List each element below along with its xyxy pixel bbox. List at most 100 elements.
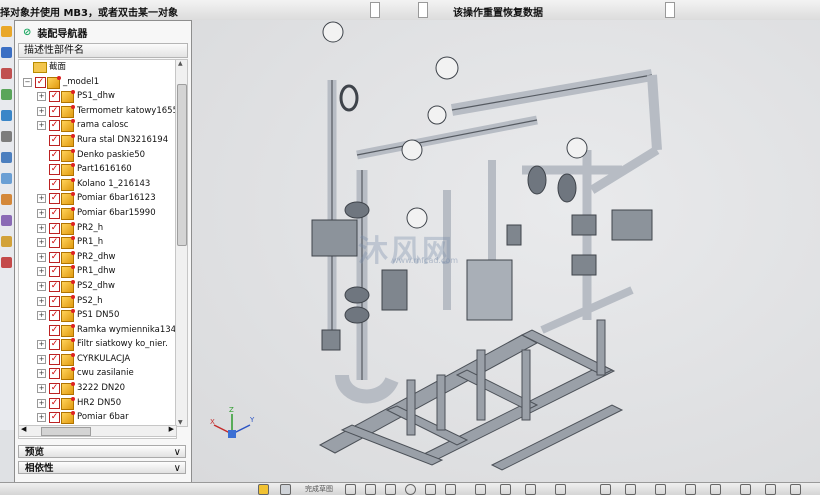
arc-icon[interactable] xyxy=(385,484,396,495)
expand-toggle-icon[interactable]: + xyxy=(37,252,46,262)
mirror-icon[interactable] xyxy=(655,484,666,495)
visibility-checkbox[interactable]: ✓ xyxy=(49,412,60,424)
tree-row[interactable]: + ✓ PS2_dhw xyxy=(19,279,176,294)
expand-toggle-icon[interactable]: + xyxy=(37,311,46,321)
visibility-checkbox[interactable]: ✓ xyxy=(49,353,60,365)
expand-toggle-icon[interactable]: + xyxy=(37,281,46,291)
tree-row[interactable]: + ✓ Pomiar 6bar xyxy=(19,410,176,425)
visibility-checkbox[interactable]: ✓ xyxy=(49,251,60,263)
expand-toggle-icon[interactable]: + xyxy=(37,369,46,379)
tree-row[interactable]: + ✓ rama calosc xyxy=(19,118,176,133)
fillet-icon[interactable] xyxy=(425,484,436,495)
constraint-navigator-tab-icon[interactable] xyxy=(1,47,12,58)
scroll-thumb[interactable] xyxy=(177,84,187,246)
chevron-down-icon[interactable]: ∨ xyxy=(174,446,181,459)
extend-icon[interactable] xyxy=(625,484,636,495)
part-navigator-tab-icon[interactable] xyxy=(1,68,12,79)
sketch-icon[interactable] xyxy=(258,484,269,495)
scroll-down-icon[interactable]: ▼ xyxy=(178,419,183,426)
expand-toggle-icon[interactable]: + xyxy=(37,238,46,248)
manufacturing-wizard-tab-icon[interactable] xyxy=(1,215,12,226)
expand-toggle-icon[interactable]: + xyxy=(37,223,46,233)
visibility-checkbox[interactable]: ✓ xyxy=(49,237,60,249)
tree-row[interactable]: ✓ Denko paskie50 xyxy=(19,148,176,163)
visibility-checkbox[interactable]: ✓ xyxy=(49,120,60,132)
toolbar-control[interactable] xyxy=(665,2,675,18)
offset-curve-icon[interactable] xyxy=(555,484,566,495)
scroll-up-icon[interactable]: ▲ xyxy=(178,60,183,67)
trim-icon[interactable] xyxy=(600,484,611,495)
chevron-down-icon[interactable]: ∨ xyxy=(174,462,181,475)
clock-icon[interactable] xyxy=(1,152,12,163)
web-browser-tab-icon[interactable] xyxy=(1,110,12,121)
expand-toggle-icon[interactable]: + xyxy=(37,267,46,277)
expand-toggle-icon[interactable]: + xyxy=(37,92,46,102)
tree-row[interactable]: ✓ Ramka wymiennika13440 xyxy=(19,323,176,338)
tree-row[interactable]: + ✓ PS1_dhw xyxy=(19,89,176,104)
visibility-checkbox[interactable]: ✓ xyxy=(49,266,60,278)
tree-horizontal-scrollbar[interactable]: ◀ ▶ xyxy=(18,425,177,437)
profile-icon[interactable] xyxy=(345,484,356,495)
visibility-checkbox[interactable]: ✓ xyxy=(49,383,60,395)
tree-row[interactable]: + ✓ HR2 DN50 xyxy=(19,396,176,411)
tree-row[interactable]: − ✓ _model1 xyxy=(19,75,176,90)
finish-sketch-icon[interactable] xyxy=(280,484,291,495)
point-icon[interactable] xyxy=(525,484,536,495)
tree-row[interactable]: + ✓ PR1_dhw xyxy=(19,264,176,279)
tree-row[interactable]: ✓ Rura stal DN3216194 xyxy=(19,133,176,148)
tree-row[interactable]: + ✓ cwu zasilanie xyxy=(19,366,176,381)
convert-reference-icon[interactable] xyxy=(790,484,801,495)
expand-toggle-icon[interactable]: + xyxy=(37,194,46,204)
visibility-checkbox[interactable]: ✓ xyxy=(49,134,60,146)
line-icon[interactable] xyxy=(365,484,376,495)
assembly-navigator-tab-icon[interactable] xyxy=(1,26,12,37)
visibility-checkbox[interactable]: ✓ xyxy=(49,222,60,234)
reuse-library-tab-icon[interactable] xyxy=(1,89,12,100)
column-header[interactable]: 描述性部件名 xyxy=(18,43,188,58)
process-studio-tab-icon[interactable] xyxy=(1,194,12,205)
expand-toggle-icon[interactable]: + xyxy=(37,208,46,218)
scroll-left-icon[interactable]: ◀ xyxy=(21,425,26,433)
tree-row[interactable]: + ✓ PR1_h xyxy=(19,235,176,250)
visibility-checkbox[interactable]: ✓ xyxy=(49,339,60,351)
toolbar-control[interactable] xyxy=(418,2,428,18)
auto-constrain-icon[interactable] xyxy=(740,484,751,495)
tree-row[interactable]: ✓ Part1616160 xyxy=(19,162,176,177)
tree-row[interactable]: + ✓ Pomiar 6bar15990 xyxy=(19,206,176,221)
visibility-checkbox[interactable]: ✓ xyxy=(49,193,60,205)
system-scene-tab-icon[interactable] xyxy=(1,257,12,268)
dimension-icon[interactable] xyxy=(685,484,696,495)
tree-row[interactable]: + ✓ Filtr siatkowy ko_nier. xyxy=(19,337,176,352)
expand-toggle-icon[interactable]: + xyxy=(37,384,46,394)
circle-icon[interactable] xyxy=(405,484,416,495)
toolbar-control[interactable] xyxy=(370,2,380,18)
pin-icon[interactable]: ⊘ xyxy=(23,27,31,38)
tree-row[interactable]: + ✓ PR2_h xyxy=(19,221,176,236)
visibility-checkbox[interactable]: ✓ xyxy=(49,295,60,307)
expand-toggle-icon[interactable]: + xyxy=(37,354,46,364)
tree-row[interactable]: + ✓ 3222 DN20 xyxy=(19,381,176,396)
expand-toggle-icon[interactable]: + xyxy=(37,296,46,306)
visibility-checkbox[interactable]: ✓ xyxy=(49,310,60,322)
constraint-icon[interactable] xyxy=(710,484,721,495)
expand-toggle-icon[interactable]: + xyxy=(37,106,46,116)
tree-row[interactable]: ✓ Kolano 1_216143 xyxy=(19,177,176,192)
role-tab-icon[interactable] xyxy=(1,236,12,247)
graphics-viewport[interactable]: X Y Z 沐风网 www.mfcad.com xyxy=(192,20,820,482)
chamfer-icon[interactable] xyxy=(445,484,456,495)
tree-row[interactable]: + ✓ Termometr katowy16554 xyxy=(19,104,176,119)
visibility-checkbox[interactable]: ✓ xyxy=(35,76,46,88)
history-tab-icon[interactable] xyxy=(1,131,12,142)
tree-row[interactable]: + ✓ Pomiar 6bar16123 xyxy=(19,191,176,206)
rectangle-icon[interactable] xyxy=(475,484,486,495)
visibility-checkbox[interactable]: ✓ xyxy=(49,324,60,336)
system-materials-tab-icon[interactable] xyxy=(1,173,12,184)
visibility-checkbox[interactable]: ✓ xyxy=(49,91,60,103)
tree-vertical-scrollbar[interactable]: ▲ ▼ xyxy=(175,59,188,427)
preview-panel-header[interactable]: 预览 ∨ xyxy=(18,445,186,458)
tree-row[interactable]: + ✓ PS2_h xyxy=(19,294,176,309)
visibility-checkbox[interactable]: ✓ xyxy=(49,207,60,219)
collapse-toggle-icon[interactable]: − xyxy=(23,77,32,87)
expand-toggle-icon[interactable]: + xyxy=(37,398,46,408)
tree-row[interactable]: 截面 xyxy=(19,60,176,75)
